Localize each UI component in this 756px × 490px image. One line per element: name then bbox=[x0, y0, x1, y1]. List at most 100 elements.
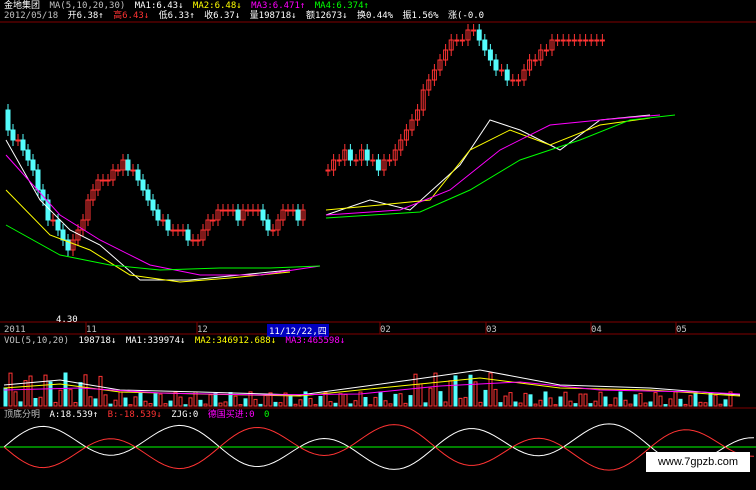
volume-bar bbox=[578, 393, 583, 407]
candle-b-candle bbox=[499, 69, 505, 72]
candle-a-candle bbox=[255, 209, 261, 212]
volume-bar bbox=[278, 402, 283, 407]
candle-a-candle bbox=[145, 189, 151, 201]
volume-bar bbox=[113, 399, 118, 407]
indicator-extra2: 0 bbox=[264, 410, 270, 420]
month-label-03: 03 bbox=[486, 325, 497, 335]
volume-bar bbox=[288, 394, 293, 407]
volume-bar bbox=[328, 401, 333, 407]
volume-bar bbox=[488, 372, 493, 407]
volume-bar bbox=[143, 400, 148, 407]
amplitude-value: 振1.56% bbox=[402, 11, 439, 21]
volume-bar bbox=[593, 400, 598, 407]
candle-a-candle bbox=[115, 169, 121, 172]
volume-bar bbox=[63, 372, 68, 407]
month-label-12: 12 bbox=[197, 325, 208, 335]
volume-bar bbox=[448, 380, 453, 407]
volume-bar bbox=[93, 398, 98, 407]
candle-a-candle bbox=[235, 209, 241, 221]
volume-bar bbox=[523, 392, 528, 407]
date-value: 2012/05/18 bbox=[4, 11, 59, 21]
volume-current: 198718↓ bbox=[78, 336, 117, 346]
low-value: 低6.33↑ bbox=[158, 11, 195, 21]
candle-a-candle bbox=[245, 209, 251, 212]
candle-b-candle bbox=[487, 49, 493, 61]
volume-bar bbox=[438, 391, 443, 407]
volume-bar bbox=[198, 399, 203, 407]
volume-bar bbox=[243, 398, 248, 407]
candle-a-candle bbox=[35, 169, 41, 191]
volume-bar bbox=[273, 401, 278, 407]
ma2-value: MA2:6.48↓ bbox=[192, 1, 242, 11]
volume-ma2: MA2:346912.688↓ bbox=[194, 336, 277, 346]
volume-bar bbox=[48, 381, 53, 407]
volume-bar bbox=[68, 389, 73, 407]
volume-bar bbox=[298, 399, 303, 407]
candle-a-candle bbox=[180, 229, 186, 232]
volume-bar bbox=[618, 391, 623, 407]
candle-b-candle bbox=[459, 39, 465, 42]
volume-bar bbox=[663, 404, 668, 407]
volume-bar bbox=[603, 396, 608, 407]
volume-bar bbox=[258, 403, 263, 407]
volume-bar bbox=[333, 402, 338, 407]
price-header-row2: 2012/05/18 开6.38↑ 高6.43↓ 低6.33↑ 收6.37↓ 量… bbox=[4, 11, 488, 21]
volume-bar bbox=[148, 403, 153, 407]
low-marker: 4.30 bbox=[56, 315, 78, 325]
volume-bar bbox=[463, 396, 468, 407]
volume-bar bbox=[553, 404, 558, 407]
candle-a-candle bbox=[60, 229, 66, 241]
volume-bar bbox=[53, 401, 58, 407]
volume-bar bbox=[493, 388, 498, 407]
volume-bar bbox=[58, 389, 63, 407]
candle-a-candle bbox=[190, 239, 196, 242]
volume-bar bbox=[628, 403, 633, 407]
candle-a-candle bbox=[55, 219, 61, 231]
volume-bar bbox=[478, 401, 483, 407]
volume-bar bbox=[168, 400, 173, 407]
volume-bar bbox=[218, 402, 223, 407]
candle-a-candle bbox=[170, 229, 176, 232]
volume-bar bbox=[233, 395, 238, 407]
volume-bar bbox=[88, 396, 93, 407]
volume-bar bbox=[308, 397, 313, 407]
volume-bar bbox=[568, 400, 573, 407]
volume-bar bbox=[173, 391, 178, 407]
volume-bar bbox=[418, 383, 423, 407]
volume-ma1: MA1:339974↓ bbox=[125, 336, 186, 346]
ma3-value: MA3:6.471↑ bbox=[251, 1, 306, 11]
volume-bar bbox=[208, 394, 213, 407]
candle-a-candle bbox=[135, 169, 141, 181]
candle-b-candle bbox=[347, 149, 353, 161]
candle-b-candle bbox=[566, 39, 572, 42]
volume-bar bbox=[423, 402, 428, 407]
volume-bar bbox=[648, 401, 653, 407]
stock-chart[interactable]: 金地集团 MA(5,10,20,30) MA1:6.43↓ MA2:6.48↓ … bbox=[0, 0, 756, 487]
candle-a-candle bbox=[270, 229, 276, 232]
candle-b-candle bbox=[370, 159, 376, 162]
volume-bar bbox=[613, 397, 618, 407]
candle-b-candle bbox=[515, 79, 521, 82]
candle-b-candle bbox=[560, 39, 566, 42]
volume-header: VOL(5,10,20) 198718↓ MA1:339974↓ MA2:346… bbox=[4, 336, 349, 346]
volume-bar bbox=[683, 403, 688, 407]
volume-bar bbox=[558, 396, 563, 407]
volume-bar bbox=[128, 404, 133, 407]
volume-bar bbox=[538, 399, 543, 407]
volume-bar bbox=[178, 396, 183, 407]
volume-bar bbox=[513, 401, 518, 407]
volume-bar bbox=[213, 392, 218, 407]
candle-a-candle bbox=[160, 219, 166, 222]
volume-bar bbox=[688, 395, 693, 407]
volume-bar bbox=[668, 398, 673, 407]
volume-bar bbox=[433, 372, 438, 407]
month-label-05: 05 bbox=[676, 325, 687, 335]
candle-b-candle bbox=[599, 39, 605, 42]
volume-bar bbox=[18, 401, 23, 407]
candle-b-candle bbox=[510, 79, 516, 82]
volume-bar bbox=[608, 404, 613, 407]
volume-bar bbox=[223, 401, 228, 407]
candle-a-candle bbox=[290, 209, 296, 212]
candle-a-candle bbox=[220, 209, 226, 212]
volume-bar bbox=[313, 404, 318, 407]
